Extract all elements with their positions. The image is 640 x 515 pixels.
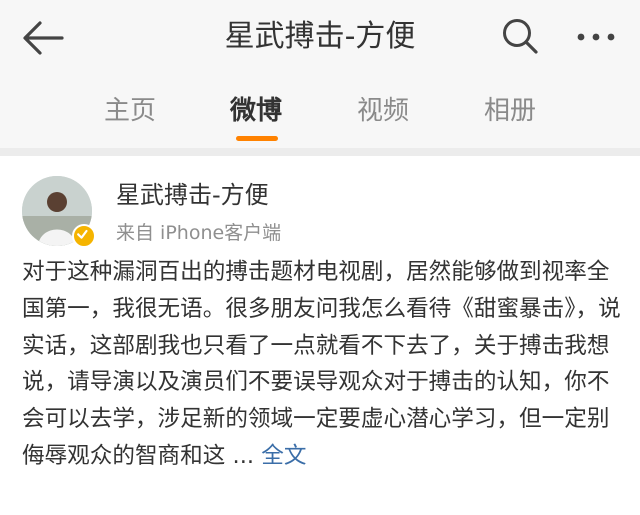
weibo-post: 星武搏击-方便 来自 iPhone客户端 对于这种漏洞百出的搏击题材电视剧，居然… [0, 156, 640, 515]
post-text: 对于这种漏洞百出的搏击题材电视剧，居然能够做到视率全国第一，我很无语。很多朋友问… [22, 254, 626, 475]
profile-tabs: 主页 微博 视频 相册 [0, 76, 640, 148]
tab-album[interactable]: 相册 [484, 92, 536, 130]
tab-home[interactable]: 主页 [104, 92, 156, 130]
search-icon[interactable] [500, 16, 540, 56]
post-body: 对于这种漏洞百出的搏击题材电视剧，居然能够做到视率全国第一，我很无语。很多朋友问… [22, 259, 621, 469]
tab-video[interactable]: 视频 [357, 92, 409, 130]
full-text-link[interactable]: 全文 [261, 443, 306, 469]
divider [0, 148, 640, 156]
active-tab-indicator [236, 136, 278, 141]
page-title: 星武搏击-方便 [224, 19, 416, 54]
post-source: 来自 iPhone客户端 [116, 222, 282, 244]
tab-weibo[interactable]: 微博 [230, 92, 282, 130]
verified-icon [72, 224, 96, 248]
more-icon[interactable] [574, 22, 618, 52]
top-bar: 星武搏击-方便 [0, 0, 640, 76]
author-name[interactable]: 星武搏击-方便 [116, 178, 269, 212]
